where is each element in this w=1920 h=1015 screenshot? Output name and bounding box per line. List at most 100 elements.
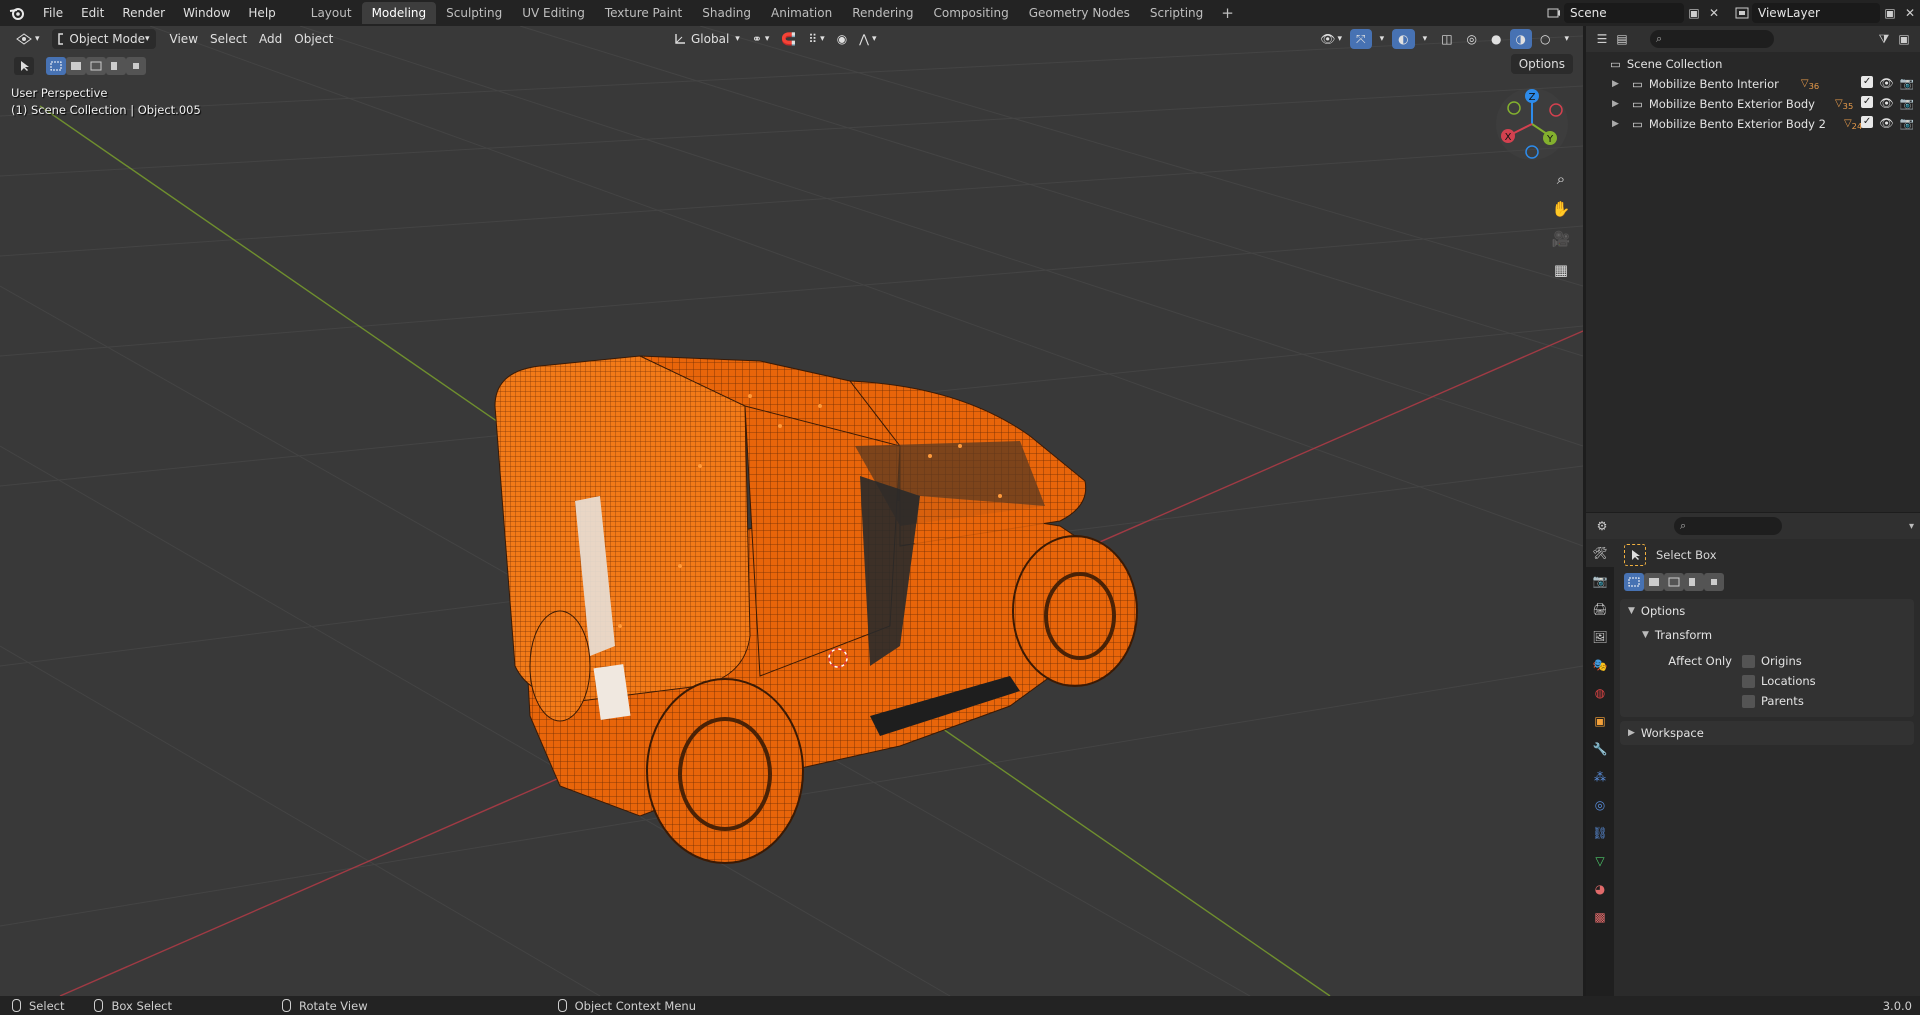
3d-viewport[interactable]: ▾ Object Mode ▾ View Select Add Object G…	[0, 26, 1583, 996]
menu-render[interactable]: Render	[113, 0, 174, 26]
shading-dropdown-icon[interactable]: ▾	[1558, 29, 1575, 49]
menu-edit[interactable]: Edit	[72, 0, 113, 26]
expand-arrow-icon[interactable]: ▶	[1612, 119, 1624, 129]
outliner-item[interactable]: ▶ ▭ Mobilize Bento Interior ▽36 ✓ 👁 📷	[1586, 74, 1920, 94]
transform-subpanel-header[interactable]: ▼ Transform	[1620, 623, 1914, 647]
menu-window[interactable]: Window	[174, 0, 239, 26]
menu-help[interactable]: Help	[239, 0, 284, 26]
active-tool-icon[interactable]	[14, 57, 34, 75]
exclude-checkbox[interactable]: ✓	[1861, 116, 1874, 128]
vehicle-wireframe-model[interactable]	[494, 355, 1138, 864]
tab-rendering[interactable]: Rendering	[842, 2, 923, 24]
camera-icon[interactable]: 📷	[1900, 76, 1914, 90]
pivot-point-icon[interactable]: ⚭ ▾	[746, 29, 776, 49]
camera-icon[interactable]: 📷	[1900, 116, 1914, 130]
mode-subtract-icon[interactable]	[1664, 573, 1684, 591]
menu-file[interactable]: File	[34, 0, 72, 26]
tab-scripting[interactable]: Scripting	[1140, 2, 1213, 24]
transform-orientation-dropdown[interactable]: Global ▾	[668, 29, 746, 49]
mode-intersect-icon[interactable]	[1704, 573, 1724, 591]
view-layer-tab-icon[interactable]: 🖼	[1586, 623, 1614, 651]
particles-tab-icon[interactable]: ⁂	[1586, 763, 1614, 791]
properties-search-input[interactable]: ⌕	[1674, 517, 1782, 535]
object-mode-dropdown[interactable]: Object Mode ▾	[51, 29, 156, 49]
falloff-icon[interactable]: ⋀ ▾	[853, 29, 882, 49]
outliner-search-input[interactable]: ⌕	[1650, 30, 1774, 48]
select-box-icon[interactable]	[1624, 544, 1646, 566]
outliner-editor-type-icon[interactable]: ☰	[1592, 29, 1612, 49]
scene-field[interactable]: Scene	[1564, 3, 1684, 23]
tab-shading[interactable]: Shading	[692, 2, 761, 24]
texture-tab-icon[interactable]: ▩	[1586, 903, 1614, 931]
view-layer-field[interactable]: ViewLayer	[1752, 3, 1880, 23]
gizmo-toggle-icon[interactable]: ⤧	[1350, 29, 1372, 49]
viewport-menu-select[interactable]: Select	[204, 29, 253, 49]
new-collection-icon[interactable]: ▣	[1894, 29, 1914, 49]
select-mode-extend-icon[interactable]	[66, 57, 86, 75]
add-workspace-button[interactable]: +	[1213, 4, 1242, 22]
viewport-menu-add[interactable]: Add	[253, 29, 288, 49]
editor-type-button[interactable]: ▾	[10, 29, 46, 49]
zoom-icon[interactable]: ⌕	[1548, 166, 1574, 192]
tab-layout[interactable]: Layout	[301, 2, 362, 24]
locations-checkbox[interactable]	[1742, 674, 1755, 688]
outliner-item[interactable]: ▶ ▭ Mobilize Bento Exterior Body ▽35 ✓ 👁 📷	[1586, 94, 1920, 114]
mode-set-icon[interactable]	[1624, 573, 1644, 591]
workspace-panel-header[interactable]: ▶ Workspace	[1620, 721, 1914, 745]
gizmo-dropdown-icon[interactable]: ▾	[1374, 29, 1391, 49]
new-view-layer-icon[interactable]: ▣	[1880, 3, 1900, 23]
snap-target-icon[interactable]: ⠿ ▾	[802, 29, 830, 49]
snap-toggle-icon[interactable]: 🧲	[775, 29, 802, 49]
data-tab-icon[interactable]: ▽	[1586, 847, 1614, 875]
options-panel-header[interactable]: ▼ Options	[1620, 599, 1914, 623]
camera-icon[interactable]: 📷	[1900, 96, 1914, 110]
rendered-shading-icon[interactable]: ○	[1534, 29, 1556, 49]
expand-arrow-icon[interactable]: ▶	[1612, 99, 1624, 109]
wireframe-shading-icon[interactable]: ◎	[1461, 29, 1483, 49]
camera-view-icon[interactable]: 🎥	[1548, 226, 1574, 252]
tab-sculpting[interactable]: Sculpting	[436, 2, 512, 24]
exclude-checkbox[interactable]: ✓	[1861, 96, 1874, 108]
physics-tab-icon[interactable]: ◎	[1586, 791, 1614, 819]
view-layer-icon[interactable]	[1732, 3, 1752, 23]
scene-icon[interactable]	[1544, 3, 1564, 23]
exclude-checkbox[interactable]: ✓	[1861, 76, 1874, 88]
overlay-dropdown-icon[interactable]: ▾	[1417, 29, 1434, 49]
solid-shading-icon[interactable]: ●	[1485, 29, 1507, 49]
scene-tab-icon[interactable]: 🎭	[1586, 651, 1614, 679]
tab-uv-editing[interactable]: UV Editing	[512, 2, 595, 24]
tab-modeling[interactable]: Modeling	[361, 2, 437, 24]
render-tab-icon[interactable]: 📷	[1586, 567, 1614, 595]
eye-icon[interactable]: 👁	[1879, 116, 1894, 130]
new-scene-icon[interactable]: ▣	[1684, 3, 1704, 23]
close-view-layer-icon[interactable]: ✕	[1900, 3, 1920, 23]
xray-toggle-icon[interactable]: ◫	[1435, 29, 1458, 49]
properties-dropdown-icon[interactable]: ▾	[1909, 521, 1914, 532]
tab-geometry-nodes[interactable]: Geometry Nodes	[1019, 2, 1140, 24]
mode-extend-icon[interactable]	[1644, 573, 1664, 591]
tab-texture-paint[interactable]: Texture Paint	[595, 2, 692, 24]
blender-logo-icon[interactable]	[0, 0, 34, 26]
pan-hand-icon[interactable]: ✋	[1548, 196, 1574, 222]
material-shading-icon[interactable]: ◑	[1509, 29, 1532, 49]
constraints-tab-icon[interactable]: ⛓	[1586, 819, 1614, 847]
visibility-icon[interactable]: 👁 ▾	[1314, 29, 1348, 49]
outliner-item[interactable]: ▶ ▭ Mobilize Bento Exterior Body 2 ▽24 ✓…	[1586, 114, 1920, 134]
navigation-gizmo[interactable]: Z Y X	[1494, 86, 1570, 162]
properties-editor-type-icon[interactable]: ⚙	[1592, 516, 1612, 536]
output-tab-icon[interactable]: 🖨	[1586, 595, 1614, 623]
origins-checkbox[interactable]	[1742, 654, 1755, 668]
tab-compositing[interactable]: Compositing	[923, 2, 1018, 24]
tool-tab-icon[interactable]: 🛠	[1586, 539, 1614, 567]
filter-icon[interactable]: ⧩	[1874, 29, 1894, 49]
display-mode-icon[interactable]: ▤	[1612, 29, 1632, 49]
world-tab-icon[interactable]: ◍	[1586, 679, 1614, 707]
select-mode-invert-icon[interactable]	[106, 57, 126, 75]
viewport-menu-object[interactable]: Object	[288, 29, 339, 49]
material-tab-icon[interactable]: ◕	[1586, 875, 1614, 903]
select-mode-subtract-icon[interactable]	[86, 57, 106, 75]
modifier-tab-icon[interactable]: 🔧	[1586, 735, 1614, 763]
viewport-menu-view[interactable]: View	[164, 29, 204, 49]
eye-icon[interactable]: 👁	[1879, 76, 1894, 90]
proportional-edit-icon[interactable]: ◉	[831, 29, 853, 49]
